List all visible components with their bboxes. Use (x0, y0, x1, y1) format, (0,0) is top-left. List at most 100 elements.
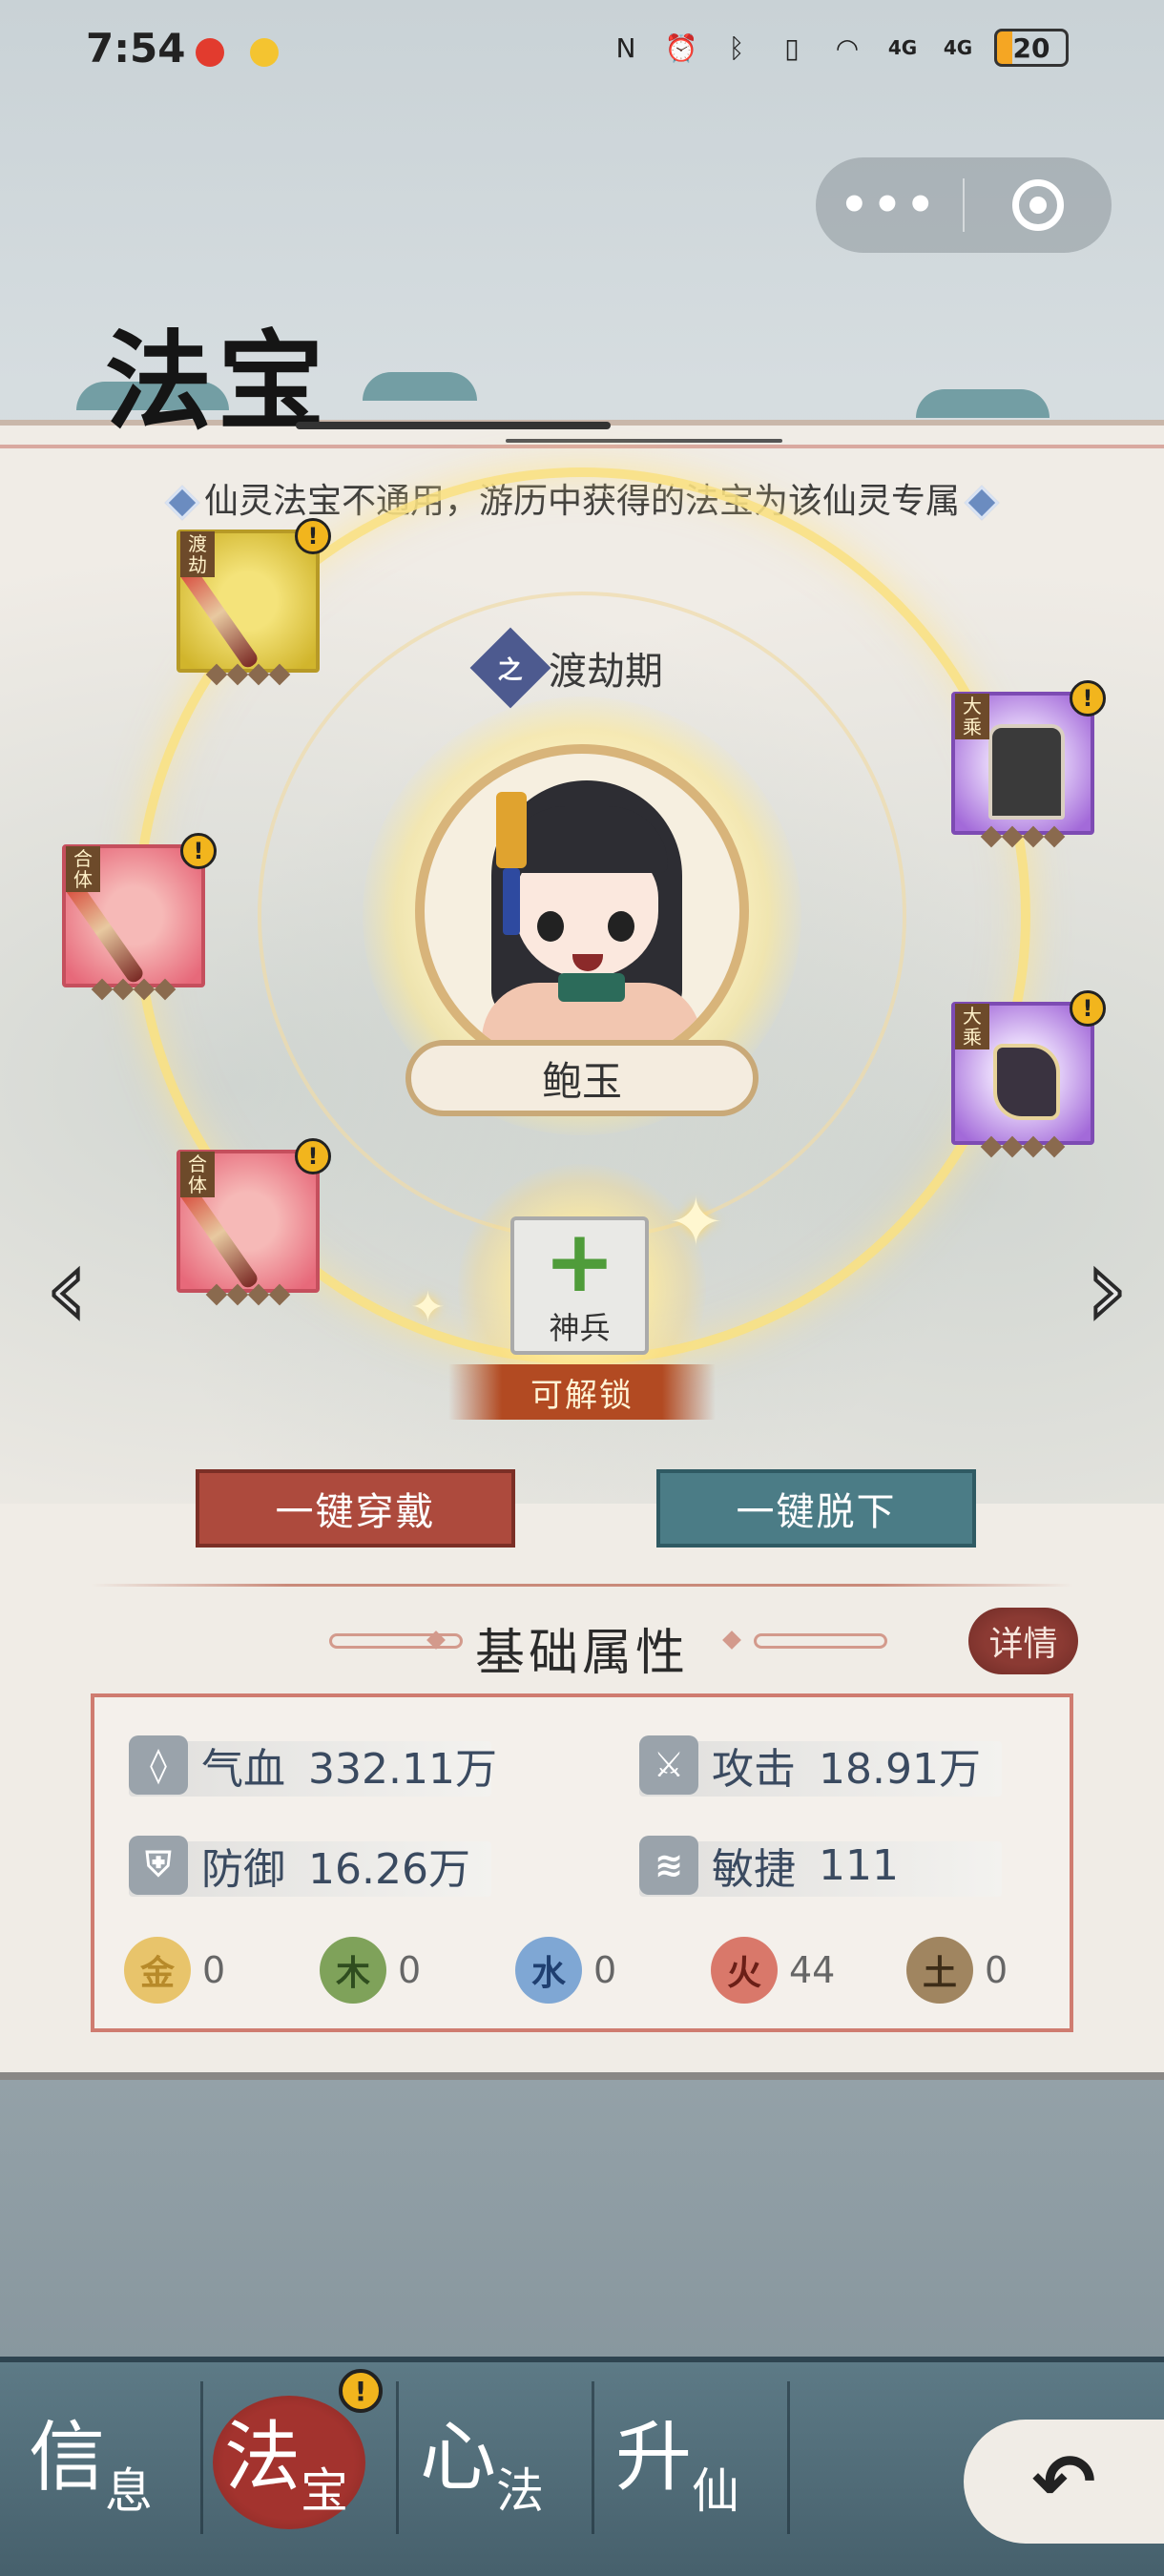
tab-ascend[interactable]: 升 仙 (596, 2386, 787, 2539)
tab-label: 心 (420, 2413, 496, 2502)
tab-label: 法 (224, 2413, 301, 2502)
equipment-slot[interactable]: 大乘 ! (951, 990, 1106, 1158)
slot-tag: 渡劫 (180, 531, 215, 577)
metal-element-icon: 金 (124, 1937, 191, 2004)
character-portrait[interactable] (415, 744, 749, 1078)
stat-label: 气血 (201, 1745, 285, 1794)
status-bar: 7:54 N ⏰ ᛒ ▯ ◠ 4G 4G 20 (0, 0, 1164, 105)
status-time: 7:54 (86, 25, 186, 72)
shield-icon: ⛨ (129, 1836, 188, 1895)
fire-element-icon: 火 (711, 1937, 778, 2004)
alert-icon: ! (339, 2369, 383, 2413)
signal-icon: 4G (887, 36, 918, 59)
tassel-icon (503, 868, 520, 935)
element-metal: 金 0 (124, 1937, 225, 2004)
equipment-slot[interactable]: 合体 ! (177, 1138, 331, 1306)
slot-stars (951, 825, 1094, 848)
slot-stars (177, 663, 320, 686)
prev-arrow-icon[interactable]: ‹ (29, 1225, 105, 1351)
plus-icon: + (543, 1211, 616, 1312)
tab-divider (200, 2381, 203, 2534)
section-title: 基础属性 (474, 1625, 689, 1682)
sparkle-icon: ✦ (668, 1183, 724, 1261)
equipment-slot[interactable]: 渡劫 ! (177, 518, 331, 686)
element-value: 44 (789, 1949, 836, 1991)
title-underline (296, 422, 611, 429)
element-fire: 火 44 (711, 1937, 835, 2004)
slot-label: 神兵 (549, 1309, 611, 1346)
portrait-collar (558, 973, 625, 1002)
tab-sublabel: 息 (105, 2463, 153, 2519)
slot-stars (62, 978, 205, 1001)
vibrate-icon: ▯ (784, 31, 800, 64)
miniprogram-capsule: ••• (816, 157, 1112, 253)
stat-value: 18.91万 (819, 1745, 981, 1794)
alert-icon: ! (295, 518, 331, 554)
battery-icon: 20 (994, 29, 1069, 67)
slot-tag: 大乘 (955, 694, 989, 739)
alarm-icon: ⏰ (664, 31, 698, 64)
divine-weapon-slot[interactable]: + 神兵 (510, 1216, 649, 1355)
equipment-slot[interactable]: 合体 ! (62, 833, 217, 1001)
details-button[interactable]: 详情 (968, 1608, 1078, 1674)
tab-info[interactable]: 信 息 (10, 2386, 200, 2539)
equip-all-button[interactable]: 一键穿戴 (196, 1469, 515, 1548)
swirl-decoration (754, 1633, 887, 1649)
agility-icon: ≋ (639, 1836, 698, 1895)
tab-sublabel: 法 (496, 2463, 544, 2519)
wood-element-icon: 木 (320, 1937, 386, 2004)
realm-label: 之 渡劫期 (469, 627, 663, 709)
unlockable-badge: 可解锁 (448, 1364, 716, 1420)
equipment-slot[interactable]: 大乘 ! (951, 680, 1106, 848)
nfc-icon: N (615, 31, 636, 64)
portrait-eye (608, 911, 634, 942)
notification-icon (250, 38, 279, 67)
stat-label: 防御 (201, 1845, 285, 1894)
unequip-all-button[interactable]: 一键脱下 (656, 1469, 976, 1548)
stat-attack: ⚔ 攻击 18.91万 (611, 1732, 1002, 1798)
slot-stars (951, 1135, 1094, 1158)
tab-label: 升 (615, 2413, 692, 2502)
hp-icon: ◊ (129, 1735, 188, 1795)
slot-stars (177, 1283, 320, 1306)
element-wood: 木 0 (320, 1937, 421, 2004)
notification-icon (196, 38, 224, 67)
alert-icon: ! (1070, 680, 1106, 717)
element-value: 0 (202, 1949, 226, 1991)
next-arrow-icon[interactable]: › (1069, 1225, 1145, 1351)
earth-element-icon: 土 (906, 1937, 973, 2004)
bluetooth-icon: ᛒ (728, 31, 745, 64)
slot-tag: 合体 (180, 1152, 215, 1197)
tab-mind-method[interactable]: 心 法 (401, 2386, 592, 2539)
stat-value: 332.11万 (308, 1745, 497, 1794)
diamond-icon (164, 485, 200, 521)
section-divider (91, 1584, 1073, 1587)
more-dots-icon[interactable]: ••• (816, 157, 963, 253)
portrait-eye (537, 911, 564, 942)
stat-value: 16.26万 (308, 1845, 470, 1894)
element-value: 0 (398, 1949, 422, 1991)
element-earth: 土 0 (906, 1937, 1008, 2004)
tab-treasure[interactable]: 法 宝 ! (205, 2369, 396, 2539)
slot-tag: 大乘 (955, 1004, 989, 1049)
water-element-icon: 水 (515, 1937, 582, 2004)
back-arrow-icon: ↶ (1031, 2437, 1096, 2526)
back-button[interactable]: ↶ (964, 2420, 1164, 2544)
armor-icon (988, 724, 1065, 820)
stat-defense: ⛨ 防御 16.26万 (100, 1832, 491, 1899)
signal-icon: 4G (943, 36, 973, 59)
element-value: 0 (985, 1949, 1008, 1991)
hair-ornament-icon (496, 792, 527, 868)
title-underline (506, 439, 782, 443)
realm-text: 渡劫期 (549, 650, 663, 694)
target-close-icon[interactable] (965, 157, 1112, 253)
realm-icon: 之 (469, 627, 551, 709)
alert-icon: ! (1070, 990, 1106, 1027)
tab-sublabel: 仙 (692, 2463, 739, 2519)
tab-label: 信 (29, 2413, 105, 2502)
bottom-nav: 信 息 法 宝 ! 心 法 升 仙 ↶ (0, 2357, 1164, 2576)
stat-value: 111 (819, 1840, 899, 1890)
slot-tag: 合体 (66, 846, 100, 892)
character-name: 鲍玉 (405, 1040, 759, 1116)
tab-divider (787, 2381, 790, 2534)
